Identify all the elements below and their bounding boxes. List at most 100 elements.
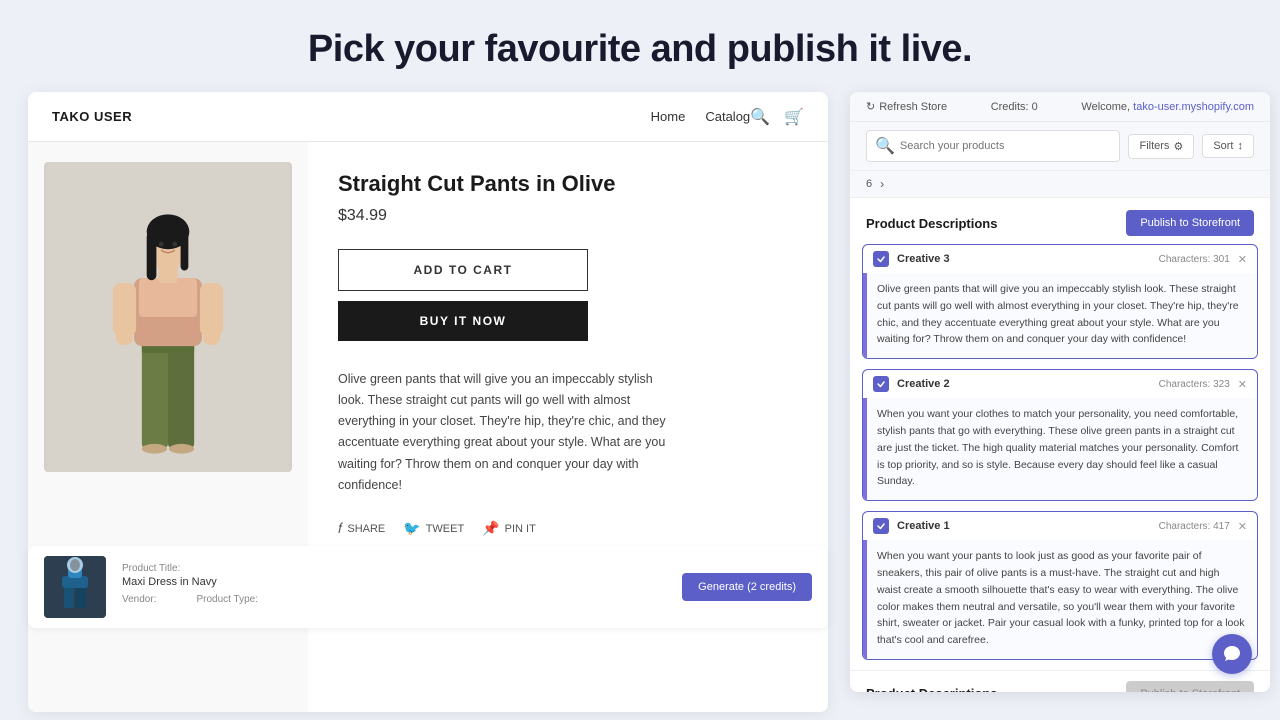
- pagination-row: 6 ›: [850, 171, 1270, 198]
- refresh-icon: ↻: [866, 100, 875, 113]
- publish-disabled-button: Publish to Storefront: [1126, 681, 1254, 692]
- creative-1-text: When you want your pants to look just as…: [877, 548, 1245, 649]
- creative-2-name: Creative 2: [897, 378, 950, 390]
- facebook-share[interactable]: 𝑓 SHARE: [338, 520, 385, 537]
- check-icon: [876, 521, 886, 531]
- creative-1-meta: Characters: 417 ✕: [1159, 520, 1247, 533]
- creative-1-name: Creative 1: [897, 520, 950, 532]
- page-current: 6: [866, 178, 872, 190]
- creative-3-close[interactable]: ✕: [1238, 253, 1247, 266]
- right-panel: ↻ Refresh Store Credits: 0 Welcome, tako…: [850, 92, 1270, 692]
- facebook-icon: 𝑓: [338, 520, 342, 537]
- creative-1-header: Creative 1 Characters: 417 ✕: [863, 512, 1257, 540]
- creative-3-checkbox[interactable]: [873, 251, 889, 267]
- cart-icon[interactable]: 🛒: [784, 107, 804, 127]
- welcome-prefix: Welcome,: [1081, 101, 1130, 113]
- product-image: [44, 162, 292, 472]
- descriptions-section: Product Descriptions Publish to Storefro…: [850, 198, 1270, 692]
- twitter-icon: 🐦: [403, 520, 420, 537]
- product-title-label: Product Title:: [122, 563, 217, 574]
- filter-button[interactable]: Filters ⚙: [1128, 134, 1194, 159]
- store-logo: TAKO USER: [52, 109, 651, 124]
- filter-label: Filters: [1139, 140, 1169, 152]
- share-label: SHARE: [347, 523, 385, 535]
- creative-3-header-left: Creative 3: [873, 251, 950, 267]
- filter-icon: ⚙: [1173, 140, 1183, 153]
- welcome-link[interactable]: tako-user.myshopify.com: [1133, 101, 1254, 113]
- creative-3-header: Creative 3 Characters: 301 ✕: [863, 245, 1257, 273]
- social-share: 𝑓 SHARE 🐦 TWEET 📌 PIN IT: [338, 520, 798, 537]
- creative-1-accent: [863, 540, 867, 659]
- thumb-vendor-field: Vendor:: [122, 594, 156, 605]
- sort-icon: ↕: [1238, 140, 1244, 152]
- thumbnail-image: [44, 556, 106, 618]
- search-bar-row: 🔍 Filters ⚙ Sort ↕: [850, 122, 1270, 171]
- store-nav-icons: 🔍 🛒: [750, 107, 804, 127]
- original-section-title: Product Descriptions: [866, 686, 997, 692]
- creative-3-name: Creative 3: [897, 253, 950, 265]
- product-title-value: Maxi Dress in Navy: [122, 576, 217, 588]
- thumbnail-card: Product Title: Maxi Dress in Navy Vendor…: [28, 546, 828, 628]
- creative-3-text: Olive green pants that will give you an …: [877, 281, 1245, 348]
- nav-home[interactable]: Home: [651, 109, 686, 124]
- bottom-section-header: Product Descriptions Publish to Storefro…: [866, 681, 1254, 692]
- sort-label: Sort: [1213, 140, 1233, 152]
- store-nav: TAKO USER Home Catalog 🔍 🛒: [28, 92, 828, 142]
- creative-2-body: When you want your clothes to match your…: [863, 398, 1257, 500]
- creative-3-meta: Characters: 301 ✕: [1159, 253, 1247, 266]
- refresh-label: Refresh Store: [879, 101, 947, 113]
- search-icon[interactable]: 🔍: [750, 107, 770, 127]
- publish-storefront-button[interactable]: Publish to Storefront: [1126, 210, 1254, 236]
- chat-button[interactable]: [1212, 634, 1252, 674]
- nav-catalog[interactable]: Catalog: [705, 109, 750, 124]
- creative-2-text: When you want your clothes to match your…: [877, 406, 1245, 490]
- generate-button[interactable]: Generate (2 credits): [682, 573, 812, 601]
- pinterest-share[interactable]: 📌 PIN IT: [482, 520, 536, 537]
- twitter-share[interactable]: 🐦 TWEET: [403, 520, 464, 537]
- store-nav-links: Home Catalog: [651, 109, 751, 124]
- thumb-row-2: Vendor: Product Type:: [122, 594, 666, 605]
- search-icon: 🔍: [875, 136, 895, 156]
- section-header-top: Product Descriptions Publish to Storefro…: [850, 198, 1270, 244]
- creative-1-header-left: Creative 1: [873, 518, 950, 534]
- search-box: 🔍: [866, 130, 1120, 162]
- thumb-product-title-field: Product Title: Maxi Dress in Navy: [122, 563, 217, 588]
- section-title-top: Product Descriptions: [866, 216, 997, 231]
- creative-1-close[interactable]: ✕: [1238, 520, 1247, 533]
- creative-1-chars: Characters: 417: [1159, 521, 1230, 532]
- creative-3-accent: [863, 273, 867, 358]
- add-to-cart-button[interactable]: ADD TO CART: [338, 249, 588, 291]
- thumbnail-svg: [44, 556, 106, 618]
- product-type-label: Product Type:: [196, 594, 258, 605]
- check-icon: [876, 379, 886, 389]
- product-title: Straight Cut Pants in Olive: [338, 170, 798, 199]
- check-icon: [876, 254, 886, 264]
- page-wrapper: Pick your favourite and publish it live.…: [0, 0, 1280, 720]
- refresh-store-button[interactable]: ↻ Refresh Store: [866, 100, 947, 113]
- pinterest-icon: 📌: [482, 520, 499, 537]
- creative-1-checkbox[interactable]: [873, 518, 889, 534]
- thumb-type-field: Product Type:: [196, 594, 258, 605]
- creative-1-body: When you want your pants to look just as…: [863, 540, 1257, 659]
- welcome-text: Welcome, tako-user.myshopify.com: [1081, 101, 1254, 113]
- creative-3-chars: Characters: 301: [1159, 254, 1230, 265]
- creative-2-checkbox[interactable]: [873, 376, 889, 392]
- sort-button[interactable]: Sort ↕: [1202, 134, 1254, 158]
- credits-text: Credits: 0: [991, 101, 1038, 113]
- chat-icon: [1222, 644, 1242, 664]
- creative-2-meta: Characters: 323 ✕: [1159, 378, 1247, 391]
- page-headline: Pick your favourite and publish it live.: [0, 0, 1280, 89]
- vendor-label: Vendor:: [122, 594, 156, 605]
- page-next-arrow[interactable]: ›: [880, 177, 884, 191]
- thumb-row-1: Product Title: Maxi Dress in Navy: [122, 563, 666, 588]
- creative-2-header-left: Creative 2: [873, 376, 950, 392]
- bottom-panel: Product Descriptions Publish to Storefro…: [850, 670, 1270, 692]
- creative-card-3: Creative 3 Characters: 301 ✕ Olive green…: [862, 244, 1258, 359]
- creative-3-body: Olive green pants that will give you an …: [863, 273, 1257, 358]
- buy-now-button[interactable]: BUY IT NOW: [338, 301, 588, 341]
- product-description: Olive green pants that will give you an …: [338, 369, 678, 497]
- search-input[interactable]: [900, 140, 1112, 152]
- creative-2-chars: Characters: 323: [1159, 379, 1230, 390]
- tweet-label: TWEET: [426, 523, 465, 535]
- creative-2-close[interactable]: ✕: [1238, 378, 1247, 391]
